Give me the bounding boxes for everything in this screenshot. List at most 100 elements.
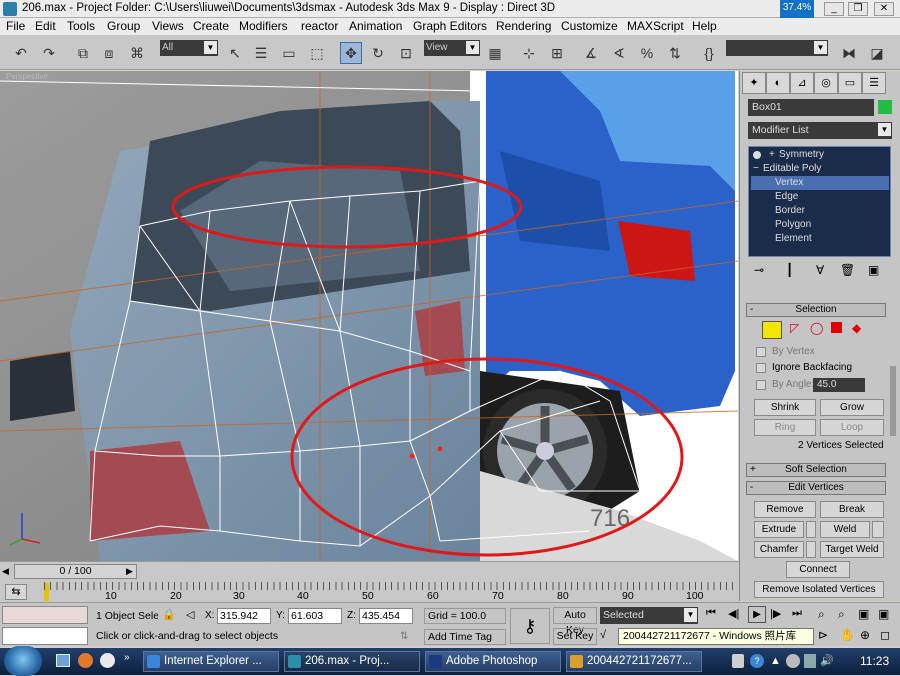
menu-views[interactable]: Views <box>152 19 184 33</box>
track-bar[interactable]: ⇆ 10 20 30 40 50 60 70 80 90 100 <box>0 581 739 602</box>
field-of-view-icon[interactable]: ⊳ <box>818 628 828 642</box>
coord-y-field[interactable]: 61.603 <box>288 608 342 624</box>
motion-tab-icon[interactable]: ◎ <box>814 72 838 94</box>
show-end-result-icon[interactable]: ┃ <box>786 263 793 277</box>
menu-edit[interactable]: Edit <box>35 19 56 33</box>
loop-button[interactable]: Loop <box>820 419 884 436</box>
zoom-extents-all-icon[interactable]: ▣ <box>878 607 889 621</box>
coord-z-field[interactable]: 435.454 <box>359 608 413 624</box>
make-unique-icon[interactable]: ∀ <box>816 263 824 277</box>
bind-space-warp-icon[interactable]: ⌘ <box>126 42 148 64</box>
menu-tools[interactable]: Tools <box>67 19 95 33</box>
quicklaunch-app-icon[interactable] <box>78 653 93 668</box>
task-3dsmax[interactable]: 206.max - Proj... <box>284 651 420 672</box>
display-tab-icon[interactable]: ▭ <box>838 72 862 94</box>
stack-expand-icon[interactable]: + <box>769 149 775 160</box>
utilities-tab-icon[interactable]: ☰ <box>862 72 886 94</box>
keyboard-shortcut-icon[interactable]: ⊞ <box>546 42 568 64</box>
unlink-icon[interactable]: ⧈ <box>98 42 120 64</box>
next-frame-icon[interactable]: |▶ <box>770 607 781 620</box>
menu-group[interactable]: Group <box>107 19 140 33</box>
connect-button[interactable]: Connect <box>786 561 850 578</box>
select-by-name-icon[interactable]: ☰ <box>250 42 272 64</box>
chamfer-button[interactable]: Chamfer <box>754 541 804 558</box>
create-tab-icon[interactable]: ✦ <box>742 72 766 94</box>
mini-curve-editor-icon[interactable]: ⇆ <box>5 584 27 600</box>
percent-snap-icon[interactable]: % <box>636 42 658 64</box>
ignore-backfacing-checkbox[interactable] <box>756 363 766 373</box>
tray-app-icon[interactable] <box>786 654 800 668</box>
extrude-settings-button[interactable] <box>806 521 816 538</box>
tray-device-icon[interactable] <box>732 654 744 668</box>
remove-modifier-icon[interactable]: 🗑 <box>840 263 855 277</box>
stack-item-editable-poly[interactable]: Editable Poly <box>763 163 821 174</box>
chamfer-settings-button[interactable] <box>806 541 816 558</box>
soft-selection-rollout-header[interactable]: + Soft Selection <box>746 463 886 477</box>
remove-isolated-vertices-button[interactable]: Remove Isolated Vertices <box>754 581 884 598</box>
menu-reactor[interactable]: reactor <box>301 19 338 33</box>
slider-left-arrow-icon[interactable]: ◀ <box>2 566 9 577</box>
extrude-button[interactable]: Extrude <box>754 521 804 538</box>
maxscript-listener-mini[interactable] <box>2 606 88 624</box>
start-button[interactable] <box>4 646 42 676</box>
close-button[interactable]: ✕ <box>874 2 894 16</box>
task-internet-explorer[interactable]: Internet Explorer ... <box>143 651 279 672</box>
tray-volume-icon[interactable]: 🔊 <box>820 654 834 667</box>
coord-x-field[interactable]: 315.942 <box>217 608 271 624</box>
lightbulb-icon[interactable] <box>753 151 761 159</box>
select-and-move-icon[interactable]: ✥ <box>340 42 362 64</box>
task-photo-gallery[interactable]: 200442721172677... <box>566 651 702 672</box>
pivot-center-icon[interactable]: ▦ <box>484 42 506 64</box>
set-keys-key-icon[interactable]: ⚷ <box>510 608 550 644</box>
break-button[interactable]: Break <box>820 501 884 518</box>
stack-item-symmetry[interactable]: Symmetry <box>779 149 824 160</box>
pan-icon[interactable]: ✋ <box>840 628 855 642</box>
undo-icon[interactable]: ↶ <box>10 42 32 64</box>
time-tag-icon[interactable]: ⇅ <box>400 631 408 642</box>
add-time-tag-button[interactable]: Add Time Tag <box>424 629 506 645</box>
tray-up-arrow-icon[interactable]: ▲ <box>770 655 781 667</box>
stack-item-polygon[interactable]: Polygon <box>775 219 811 230</box>
menu-modifiers[interactable]: Modifiers <box>239 19 288 33</box>
stack-item-edge[interactable]: Edge <box>775 191 798 202</box>
remove-button[interactable]: Remove <box>754 501 816 518</box>
menu-graph-editors[interactable]: Graph Editors <box>413 19 487 33</box>
zoom-all-icon[interactable]: ⌕ <box>838 607 845 622</box>
play-icon[interactable]: ▶ <box>748 606 766 623</box>
maximize-viewport-icon[interactable]: ◻ <box>880 628 890 642</box>
edit-vertices-rollout-header[interactable]: - Edit Vertices <box>746 481 886 495</box>
goto-start-icon[interactable]: ⏮ <box>706 607 716 620</box>
align-icon[interactable]: ◪ <box>866 42 888 64</box>
menu-animation[interactable]: Animation <box>349 19 402 33</box>
grow-button[interactable]: Grow <box>820 399 884 416</box>
manipulate-icon[interactable]: ⊹ <box>518 42 540 64</box>
selection-rollout-header[interactable]: - Selection <box>746 303 886 317</box>
stack-item-border[interactable]: Border <box>775 205 805 216</box>
maxscript-input[interactable] <box>2 627 88 645</box>
zoom-extents-icon[interactable]: ▣ <box>858 607 869 621</box>
tray-help-icon[interactable]: ? <box>750 654 764 668</box>
tray-clock[interactable]: 11:23 <box>860 654 889 668</box>
goto-end-icon[interactable]: ⏭ <box>792 607 802 620</box>
key-filters-icon[interactable]: √ <box>600 629 606 641</box>
rect-selection-region-icon[interactable]: ▭ <box>278 42 300 64</box>
previous-frame-icon[interactable]: ◀| <box>728 607 739 620</box>
by-angle-checkbox[interactable] <box>756 380 766 390</box>
selection-filter-dropdown[interactable]: All ▼ <box>160 40 218 56</box>
auto-key-button[interactable]: Auto Key <box>553 607 597 636</box>
pin-stack-icon[interactable]: ⊸ <box>754 263 764 277</box>
minimize-button[interactable]: _ <box>824 2 844 16</box>
shrink-button[interactable]: Shrink <box>754 399 816 416</box>
select-and-scale-icon[interactable]: ⊡ <box>395 42 417 64</box>
by-vertex-checkbox[interactable] <box>756 347 766 357</box>
menu-help[interactable]: Help <box>692 19 717 33</box>
zoom-icon[interactable]: ⌕ <box>818 607 825 622</box>
weld-button[interactable]: Weld <box>820 521 870 538</box>
modify-tab-icon[interactable]: ◐ <box>766 72 790 94</box>
reference-coordinate-dropdown[interactable]: View ▼ <box>424 40 480 56</box>
perspective-viewport[interactable]: 716 Perspective <box>0 71 738 561</box>
named-selection-dropdown[interactable]: ▼ <box>726 40 828 56</box>
stack-collapse-icon[interactable]: − <box>753 163 759 174</box>
angle-spinner[interactable]: 45.0 <box>813 378 865 392</box>
modifier-list-dropdown[interactable]: Modifier List ▼ <box>748 122 892 139</box>
